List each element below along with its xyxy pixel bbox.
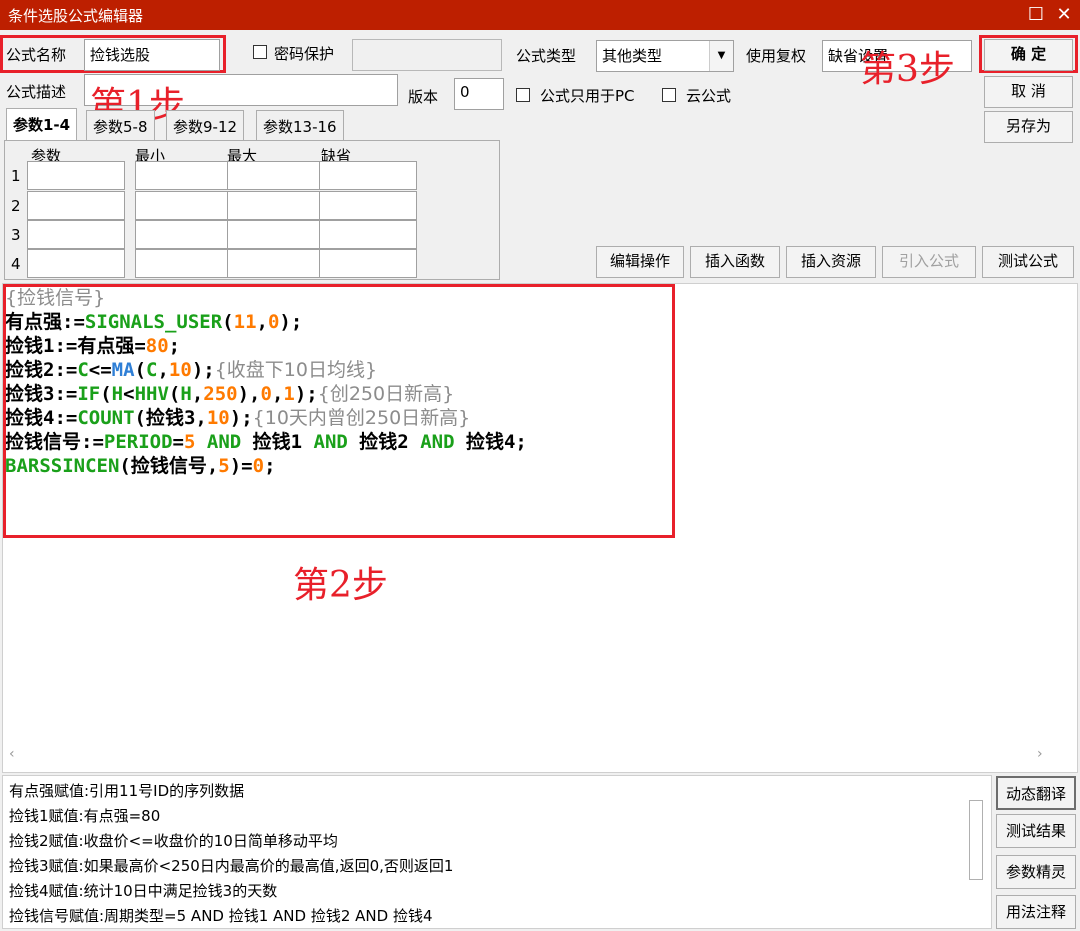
version-input[interactable]: 0 <box>454 78 504 110</box>
params-panel: 参数 最小 最大 缺省 1 2 3 4 <box>4 140 500 280</box>
tab-params-1-4[interactable]: 参数1-4 <box>6 108 78 142</box>
window-title: 条件选股公式编辑器 <box>8 7 144 25</box>
test-results-button[interactable]: 测试结果 <box>996 814 1076 848</box>
pc-only-checkbox[interactable] <box>516 88 530 102</box>
save-as-button[interactable]: 另存为 <box>984 111 1073 143</box>
param-min-cell[interactable] <box>135 191 233 220</box>
translation-panel: 有点强赋值:引用11号ID的序列数据 捡钱1赋值:有点强=80 捡钱2赋值:收盘… <box>2 775 992 929</box>
param-max-cell[interactable] <box>227 161 325 190</box>
step2-highlight <box>3 284 675 538</box>
translation-line: 捡钱2赋值:收盘价<=收盘价的10日简单移动平均 <box>9 832 338 850</box>
close-button[interactable]: ✕ <box>1052 3 1076 27</box>
step3-annotation: 第3步 <box>860 49 955 90</box>
formula-type-label: 公式类型 <box>516 47 577 65</box>
tab-params-5-8[interactable]: 参数5-8 <box>86 110 155 140</box>
formula-type-value: 其他类型 <box>602 47 663 65</box>
translation-line: 捡钱信号赋值:周期类型=5 AND 捡钱1 AND 捡钱2 AND 捡钱4 <box>9 907 433 925</box>
param-max-cell[interactable] <box>227 191 325 220</box>
cloud-label: 云公式 <box>686 87 732 105</box>
password-checkbox[interactable] <box>253 45 267 59</box>
param-min-cell[interactable] <box>135 161 233 190</box>
password-label: 密码保护 <box>274 45 335 63</box>
title-bar: 条件选股公式编辑器 ☐ ✕ <box>0 0 1080 30</box>
param-row-label: 1 <box>11 167 21 185</box>
test-formula-button[interactable]: 测试公式 <box>982 246 1074 278</box>
param-name-cell[interactable] <box>27 220 125 249</box>
step2-annotation: 第2步 <box>293 565 388 606</box>
insert-function-button[interactable]: 插入函数 <box>690 246 780 278</box>
param-row-label: 3 <box>11 226 21 244</box>
code-editor[interactable]: {捡钱信号} 有点强:=SIGNALS_USER(11,0); 捡钱1:=有点强… <box>2 283 1078 773</box>
param-name-cell[interactable] <box>27 161 125 190</box>
version-label: 版本 <box>408 88 439 106</box>
tab-params-13-16[interactable]: 参数13-16 <box>256 110 344 140</box>
tab-params-9-12[interactable]: 参数9-12 <box>166 110 245 140</box>
param-name-cell[interactable] <box>27 191 125 220</box>
param-default-cell[interactable] <box>319 249 417 278</box>
scroll-left-icon[interactable]: ‹ <box>9 746 15 762</box>
param-min-cell[interactable] <box>135 220 233 249</box>
param-default-cell[interactable] <box>319 220 417 249</box>
formula-name-input[interactable]: 捡钱选股 <box>84 39 220 71</box>
restore-button[interactable]: ☐ <box>1024 3 1048 27</box>
param-default-cell[interactable] <box>319 191 417 220</box>
ok-button[interactable]: 确 定 <box>984 39 1073 71</box>
param-max-cell[interactable] <box>227 249 325 278</box>
formula-desc-label: 公式描述 <box>6 83 67 101</box>
param-row-label: 4 <box>11 255 21 273</box>
password-input <box>352 39 502 71</box>
translation-line: 捡钱4赋值:统计10日中满足捡钱3的天数 <box>9 882 278 900</box>
formula-name-label: 公式名称 <box>6 46 67 64</box>
scroll-right-icon[interactable]: › <box>1037 746 1043 762</box>
formula-type-select[interactable]: 其他类型 ▼ <box>596 40 734 72</box>
param-min-cell[interactable] <box>135 249 233 278</box>
import-formula-button: 引入公式 <box>882 246 976 278</box>
dynamic-translate-button[interactable]: 动态翻译 <box>996 776 1076 810</box>
translation-line: 有点强赋值:引用11号ID的序列数据 <box>9 782 245 800</box>
cloud-checkbox[interactable] <box>662 88 676 102</box>
scrollbar-thumb[interactable] <box>969 800 983 880</box>
param-name-cell[interactable] <box>27 249 125 278</box>
fuquan-label: 使用复权 <box>746 47 807 65</box>
edit-ops-button[interactable]: 编辑操作 <box>596 246 684 278</box>
param-wizard-button[interactable]: 参数精灵 <box>996 855 1076 889</box>
translation-line: 捡钱1赋值:有点强=80 <box>9 807 161 825</box>
param-row-label: 2 <box>11 197 21 215</box>
chevron-down-icon[interactable]: ▼ <box>709 41 733 71</box>
usage-notes-button[interactable]: 用法注释 <box>996 895 1076 929</box>
pc-only-label: 公式只用于PC <box>540 87 635 105</box>
insert-resource-button[interactable]: 插入资源 <box>786 246 876 278</box>
cancel-button[interactable]: 取 消 <box>984 76 1073 108</box>
param-max-cell[interactable] <box>227 220 325 249</box>
translation-line: 捡钱3赋值:如果最高价<250日内最高价的最高值,返回0,否则返回1 <box>9 857 454 875</box>
param-default-cell[interactable] <box>319 161 417 190</box>
